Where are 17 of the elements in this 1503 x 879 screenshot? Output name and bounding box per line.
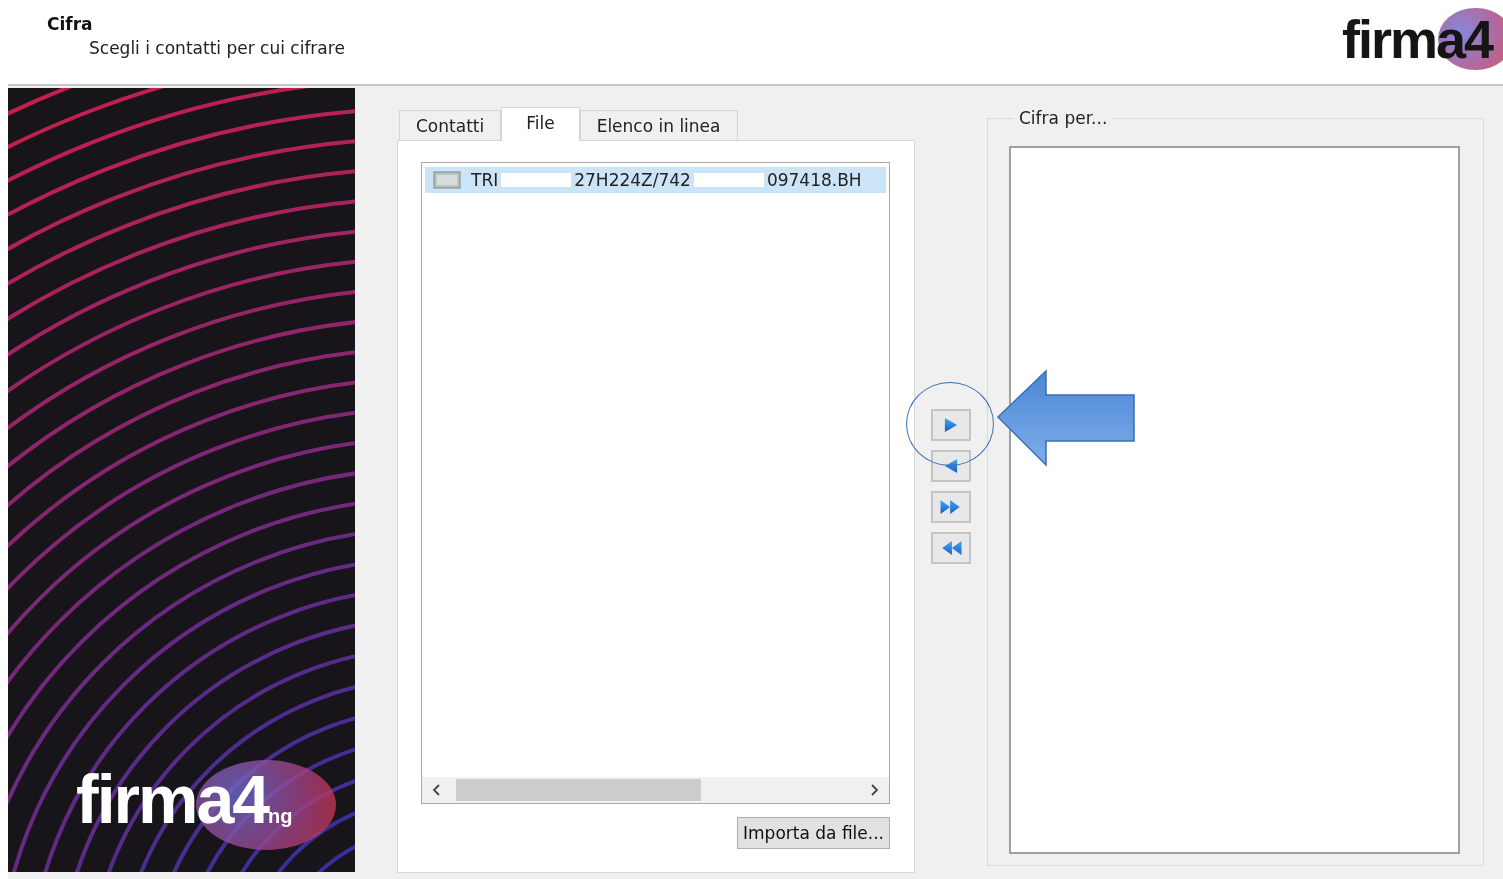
group-title: Cifra per... [1018, 108, 1109, 128]
file-row[interactable]: TRI 27H224Z/742 097418.BH [425, 167, 886, 193]
scroll-right-icon[interactable] [869, 784, 879, 796]
transfer-button[interactable] [931, 491, 971, 523]
horizontal-scrollbar[interactable] [422, 777, 889, 803]
tab[interactable]: File [501, 107, 580, 141]
transfer-button[interactable] [931, 409, 971, 441]
import-button[interactable]: Importa da file... [737, 817, 890, 849]
tab[interactable]: Contatti [399, 110, 502, 140]
transfer-button[interactable] [931, 450, 971, 482]
file-name: TRI 27H224Z/742 097418.BH [471, 170, 862, 190]
tab[interactable]: Elenco in linea [579, 110, 738, 140]
scroll-left-icon[interactable] [432, 784, 442, 796]
dialog-subtitle: Scegli i contatti per cui cifrare [89, 38, 345, 58]
transfer-button[interactable] [931, 532, 971, 564]
dialog-title: Cifra [47, 14, 94, 34]
file-icon [433, 171, 461, 189]
